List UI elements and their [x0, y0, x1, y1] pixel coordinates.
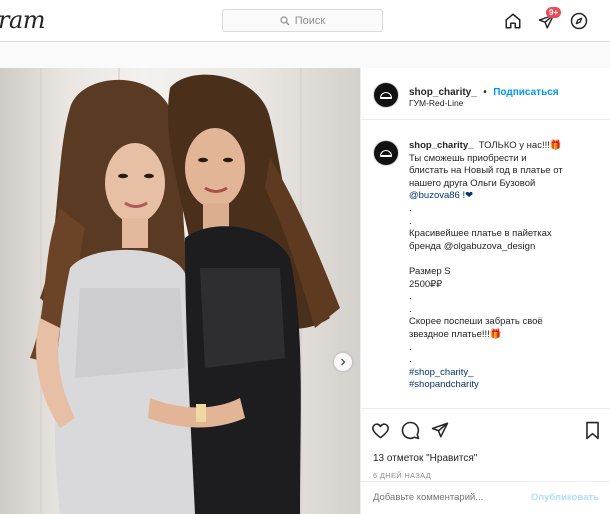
post-image: [30, 68, 340, 514]
like-button[interactable]: [369, 419, 391, 441]
likes-count[interactable]: 13 отметок "Нравится": [373, 453, 477, 464]
caption-line: нашего друга Ольги Бузовой: [409, 177, 536, 189]
separator-dot: •: [483, 87, 487, 98]
likes-label: "Нравится": [426, 453, 478, 464]
next-image-button[interactable]: [334, 353, 352, 371]
caption-line: Красивейшее платье в пайетках: [409, 228, 552, 240]
caption-line: блистать на Новый год в платье от: [409, 165, 563, 177]
caption-line: .: [409, 341, 412, 353]
top-navigation: ram Поиск 9+: [0, 0, 610, 42]
caption-line: .: [409, 354, 412, 366]
bookmark-icon: [585, 421, 599, 439]
caption-line: .: [409, 303, 412, 315]
caption-line: .: [409, 291, 412, 303]
caption-username[interactable]: shop_charity_: [409, 140, 473, 151]
caption-line: звездное платье!!!🎁: [409, 328, 502, 340]
post-caption: shop_charity_ ТОЛЬКО у нас!!!🎁 Ты сможеш…: [409, 140, 599, 392]
caption-avatar[interactable]: [373, 140, 399, 166]
share-icon: [431, 422, 449, 438]
caption-line: Размер S: [409, 265, 451, 277]
caption-line: [409, 253, 599, 266]
follow-button[interactable]: Подписаться: [493, 87, 558, 98]
publish-button[interactable]: Опубликовать: [531, 492, 599, 503]
caption-line: 2500₽₽: [409, 278, 443, 290]
post-side-panel: shop_charity_ • Подписаться ГУМ-Red-Line…: [360, 68, 610, 514]
caption-hashtag[interactable]: #shopandcharity: [409, 379, 599, 392]
home-icon[interactable]: [502, 10, 524, 32]
comment-button[interactable]: [399, 419, 421, 441]
search-box[interactable]: Поиск: [222, 9, 383, 32]
caption-mention[interactable]: @buzova86 !❤: [409, 190, 599, 203]
add-comment-row: Опубликовать: [361, 481, 610, 514]
avatar[interactable]: [373, 82, 399, 108]
caption-line: Скорее поспеши забрать своё: [409, 316, 543, 328]
save-button[interactable]: [581, 419, 603, 441]
notifications-badge: 9+: [546, 7, 562, 18]
post-location[interactable]: ГУМ-Red-Line: [409, 98, 463, 108]
author-username[interactable]: shop_charity_: [409, 87, 477, 98]
post-header: shop_charity_ • Подписаться ГУМ-Red-Line: [361, 68, 610, 120]
heart-icon: [371, 422, 389, 438]
comment-icon: [401, 421, 419, 439]
share-button[interactable]: [429, 419, 451, 441]
post-photo[interactable]: [0, 68, 360, 514]
search-placeholder: Поиск: [294, 14, 326, 27]
caption-line: Ты сможешь приобрести и: [409, 152, 527, 164]
search-icon: [280, 15, 290, 25]
caption-line: ТОЛЬКО у нас!!!🎁: [478, 140, 562, 151]
likes-number: 13 отметок: [373, 453, 424, 464]
chevron-right-icon: [341, 358, 346, 366]
caption-line: .: [409, 202, 412, 214]
caption-hashtag[interactable]: #shop_charity_: [409, 367, 599, 380]
caption-mention[interactable]: бренда @olgabuzova_design: [409, 241, 599, 254]
post-timestamp[interactable]: 6 ДНЕЙ НАЗАД: [373, 471, 431, 480]
comment-input[interactable]: [373, 492, 523, 503]
instagram-logo[interactable]: ram: [0, 6, 46, 34]
caption-line: .: [409, 215, 412, 227]
explore-icon[interactable]: [568, 10, 590, 32]
